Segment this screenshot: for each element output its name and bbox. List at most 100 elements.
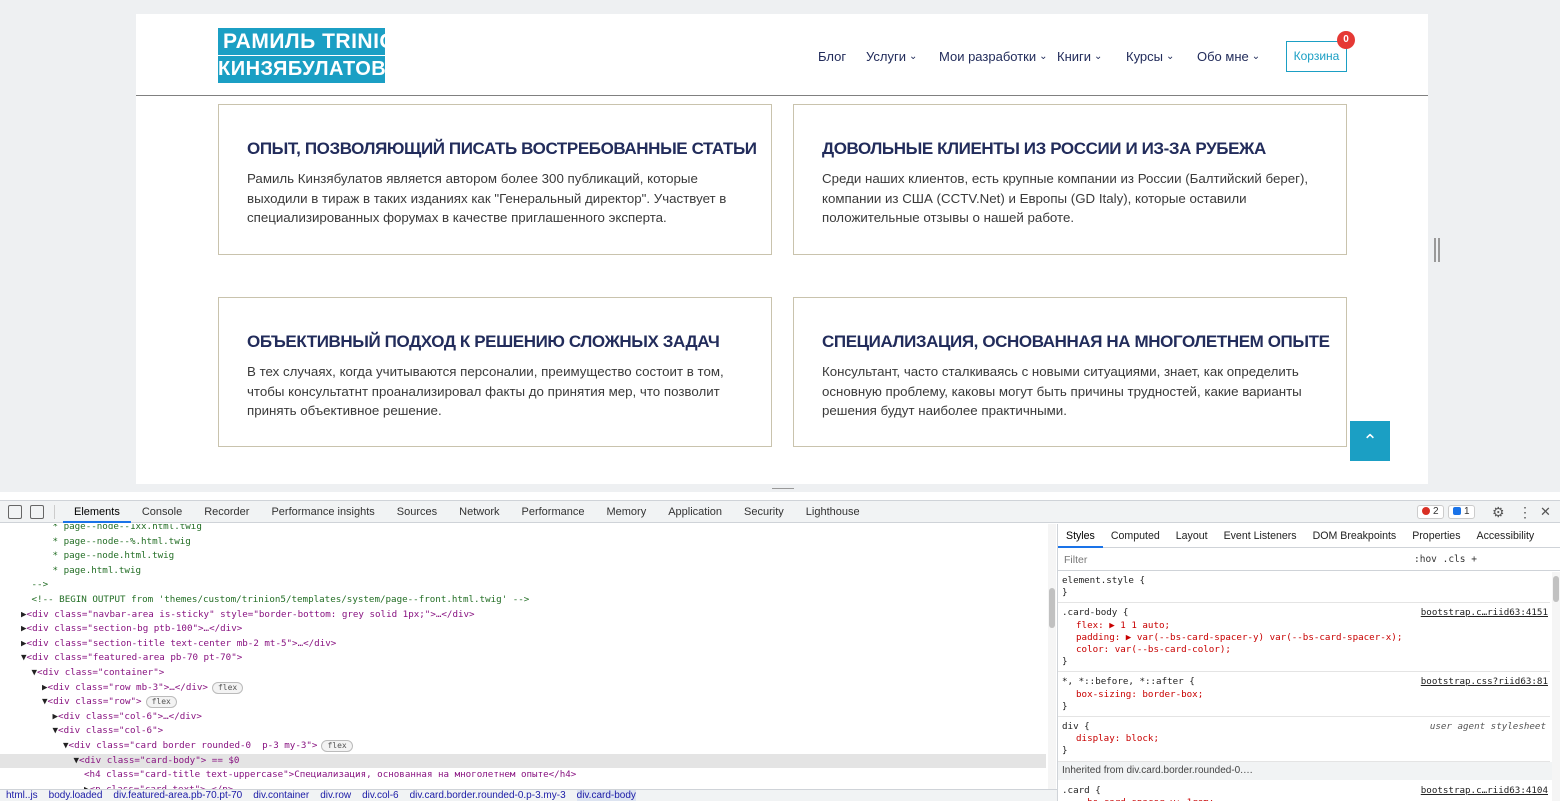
viewport-resize-handle[interactable]: [1434, 238, 1440, 262]
dom-line[interactable]: ▼<div class="featured-area pb-70 pt-70">: [0, 651, 1046, 666]
rule-declaration: color: var(--bs-card-color);: [1076, 644, 1231, 655]
scrollbar-thumb[interactable]: [1049, 588, 1055, 628]
rule-source: user agent stylesheet: [1429, 721, 1546, 732]
scroll-to-top-button[interactable]: ⌃: [1350, 421, 1390, 461]
styles-tab[interactable]: Layout: [1168, 524, 1216, 548]
devtools-toolbar: Elements Console Recorder Performance insig…: [0, 501, 1560, 523]
style-rule[interactable]: .card-body {flex: ▶ 1 1 auto; padding: ▶ …: [1058, 604, 1550, 673]
rule-source[interactable]: bootstrap.c…riid63:4104: [1421, 785, 1548, 797]
dom-line[interactable]: ▶<div class="navbar-area is-sticky" styl…: [0, 608, 1046, 623]
breadcrumb-item[interactable]: div.container: [253, 790, 309, 801]
dom-line[interactable]: -->: [0, 578, 1046, 593]
devtools-tab[interactable]: Recorder: [193, 501, 260, 523]
dom-line[interactable]: * page--node--%.html.twig: [0, 535, 1046, 550]
nav-item-2[interactable]: Мои разработки ⌄: [939, 46, 1048, 66]
message-count: 1: [1464, 506, 1470, 517]
flex-badge[interactable]: flex: [145, 696, 177, 709]
breadcrumb-item[interactable]: div.card-body: [576, 790, 636, 801]
dom-node-text: <div class="section-bg ptb-100">…</div>: [26, 623, 243, 635]
dom-line[interactable]: * page.html.twig: [0, 564, 1046, 579]
dom-line[interactable]: ▼<div class="card border rounded-0 p-3 m…: [0, 739, 1046, 754]
dom-line[interactable]: * page--node.html.twig: [0, 549, 1046, 564]
breadcrumb-item[interactable]: div.featured-area.pb-70.pt-70: [113, 790, 242, 801]
styles-tab[interactable]: DOM Breakpoints: [1305, 524, 1405, 548]
nav-item-0[interactable]: Блог: [818, 46, 846, 66]
devtools-tab[interactable]: Sources: [386, 501, 448, 523]
devtools-tab[interactable]: Elements: [63, 501, 131, 523]
style-rule[interactable]: .card {--bs-card-spacer-y: 1rem;bootstra…: [1058, 782, 1550, 801]
style-rule[interactable]: div {display: block;} user agent styleshe…: [1058, 718, 1550, 762]
dom-node-text: * page--node--%.html.twig: [52, 535, 191, 547]
styles-tab[interactable]: Accessibility: [1469, 524, 1543, 548]
styles-tab[interactable]: Computed: [1103, 524, 1168, 548]
web-page: РАМИЛЬ TRINION КИНЗЯБУЛАТОВ Корзина 0 Бл…: [136, 14, 1428, 484]
devtools-tab[interactable]: Performance insights: [260, 501, 385, 523]
feature-card: Опыт, позволяющий писать востребованные …: [218, 104, 772, 255]
breadcrumb-item[interactable]: div.row: [320, 790, 351, 801]
scrollbar-thumb[interactable]: [1553, 576, 1559, 602]
device-toolbar-icon[interactable]: [30, 504, 44, 519]
styles-tab[interactable]: Properties: [1404, 524, 1468, 548]
breadcrumb-item[interactable]: html..js: [6, 790, 38, 801]
cart-button[interactable]: Корзина 0: [1286, 31, 1355, 72]
style-rule[interactable]: *, *::before, *::after {box-sizing: bord…: [1058, 673, 1550, 717]
dom-line[interactable]: * page--node--1xx.html.twig: [0, 524, 1046, 535]
dom-line[interactable]: ▶<div class="section-bg ptb-100">…</div>: [0, 622, 1046, 637]
filter-input[interactable]: Filter: [1064, 554, 1087, 566]
filter-tools[interactable]: :hov .cls +: [1414, 554, 1477, 565]
breadcrumb-item[interactable]: body.loaded: [49, 790, 103, 801]
feature-card: Объективный подход к решению сложных зад…: [218, 297, 772, 447]
devtools-tab[interactable]: Console: [131, 501, 193, 523]
styles-tab[interactable]: Styles: [1058, 524, 1103, 548]
devtools-resize-handle[interactable]: [772, 488, 794, 492]
nav-item-4[interactable]: Курсы ⌄: [1126, 46, 1174, 66]
dom-line[interactable]: ▼<div class="row"> flex: [0, 695, 1046, 710]
styles-scrollbar[interactable]: [1552, 572, 1560, 801]
more-options-icon[interactable]: ⋮: [1518, 504, 1532, 521]
dom-node-text: <div class="row">: [47, 696, 142, 708]
nav-item-5[interactable]: Обо мне ⌄: [1197, 46, 1260, 66]
dom-line[interactable]: ▼<div class="col-6">: [0, 724, 1046, 739]
site-logo[interactable]: РАМИЛЬ TRINION КИНЗЯБУЛАТОВ: [218, 28, 385, 83]
chevron-down-icon: ⌄: [1251, 50, 1261, 62]
message-count-badge[interactable]: 1: [1448, 505, 1475, 519]
devtools-tab[interactable]: Lighthouse: [795, 501, 871, 523]
styles-tab[interactable]: Event Listeners: [1216, 524, 1305, 548]
rule-source[interactable]: bootstrap.css?riid63:81: [1421, 676, 1548, 688]
devtools-panel: Elements Console Recorder Performance insig…: [0, 500, 1560, 801]
elements-scrollbar[interactable]: [1048, 524, 1056, 789]
dom-line[interactable]: ▼<div class="container">: [0, 666, 1046, 681]
dom-line[interactable]: ▶<div class="row mb-3">…</div> flex: [0, 681, 1046, 696]
feature-card: Специализация, основанная на многолетнем…: [793, 297, 1347, 447]
devtools-tab[interactable]: Memory: [595, 501, 657, 523]
nav-item-label: Блог: [818, 48, 847, 64]
flex-badge[interactable]: flex: [321, 740, 353, 752]
dom-line[interactable]: ▼<div class="card-body"> == $0: [0, 753, 1046, 769]
elements-tree[interactable]: * page--node--1xx.html.twig * page--node-…: [0, 524, 1046, 789]
nav-item-3[interactable]: Книги ⌄: [1057, 46, 1102, 66]
dom-line[interactable]: <h4 class="card-title text-uppercase">Сп…: [0, 768, 1046, 783]
error-count-badge[interactable]: 2: [1417, 505, 1444, 519]
rule-source[interactable]: bootstrap.c…riid63:4151: [1421, 607, 1548, 619]
settings-gear-icon[interactable]: ⚙: [1492, 504, 1505, 521]
dom-node-text: <div class="section-title text-center mb…: [26, 637, 337, 649]
devtools-tab[interactable]: Performance: [511, 501, 596, 523]
inspect-element-icon[interactable]: [8, 504, 22, 519]
nav-item-1[interactable]: Услуги ⌄: [866, 46, 917, 66]
styles-filter-bar: Filter :hov .cls +: [1058, 549, 1560, 571]
devtools-tab[interactable]: Security: [733, 501, 795, 523]
dom-line[interactable]: ▶<div class="section-title text-center m…: [0, 637, 1046, 652]
dom-line[interactable]: <!-- BEGIN OUTPUT from 'themes/custom/tr…: [0, 593, 1046, 608]
devtools-tab[interactable]: Network: [448, 501, 510, 523]
style-rule[interactable]: element.style {}: [1058, 572, 1550, 604]
rule-declaration: }: [1062, 656, 1068, 668]
breadcrumb-item[interactable]: div.card.border.rounded-0.p-3.my-3: [410, 790, 566, 801]
nav-item-label: Книги: [1057, 48, 1092, 64]
inherited-header: Inherited from div.card.border.rounded-0…: [1058, 761, 1560, 780]
devtools-tab[interactable]: Application: [657, 501, 733, 523]
chevron-down-icon: ⌄: [908, 50, 918, 62]
close-icon[interactable]: ✕: [1540, 504, 1551, 520]
flex-badge[interactable]: flex: [211, 681, 244, 694]
breadcrumb-item[interactable]: div.col-6: [362, 790, 399, 801]
dom-line[interactable]: ▶<div class="col-6">…</div>: [0, 710, 1046, 725]
